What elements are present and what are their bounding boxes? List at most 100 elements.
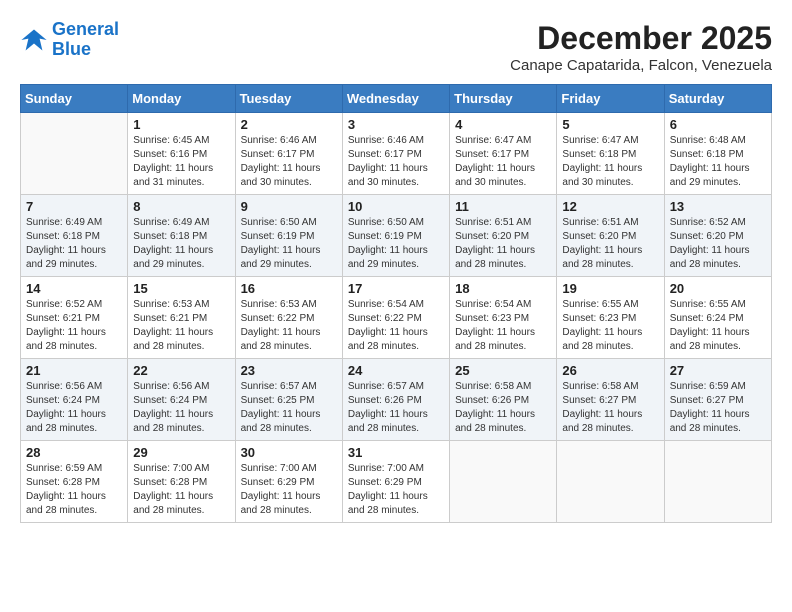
day-number: 21: [26, 363, 122, 378]
title-block: December 2025 Canape Capatarida, Falcon,…: [510, 20, 772, 74]
calendar-week-row: 1 Sunrise: 6:45 AM Sunset: 6:16 PM Daylig…: [21, 113, 772, 195]
calendar-cell: 21 Sunrise: 6:56 AM Sunset: 6:24 PM Dayli…: [21, 359, 128, 441]
day-info: Sunrise: 6:58 AM Sunset: 6:27 PM Dayligh…: [562, 380, 658, 436]
calendar-cell: 6 Sunrise: 6:48 AM Sunset: 6:18 PM Daylig…: [664, 113, 771, 195]
day-info: Sunrise: 6:45 AM Sunset: 6:16 PM Dayligh…: [133, 134, 229, 190]
calendar-cell: 31 Sunrise: 7:00 AM Sunset: 6:29 PM Dayli…: [342, 441, 449, 523]
calendar-cell: [664, 441, 771, 523]
logo: General Blue: [20, 20, 119, 60]
day-info: Sunrise: 6:56 AM Sunset: 6:24 PM Dayligh…: [26, 380, 122, 436]
day-info: Sunrise: 6:56 AM Sunset: 6:24 PM Dayligh…: [133, 380, 229, 436]
calendar-week-row: 14 Sunrise: 6:52 AM Sunset: 6:21 PM Dayli…: [21, 277, 772, 359]
day-info: Sunrise: 6:46 AM Sunset: 6:17 PM Dayligh…: [241, 134, 337, 190]
day-info: Sunrise: 6:46 AM Sunset: 6:17 PM Dayligh…: [348, 134, 444, 190]
calendar-table: SundayMondayTuesdayWednesdayThursdayFrid…: [20, 84, 772, 523]
day-number: 7: [26, 199, 122, 214]
day-info: Sunrise: 7:00 AM Sunset: 6:29 PM Dayligh…: [241, 462, 337, 518]
calendar-cell: 22 Sunrise: 6:56 AM Sunset: 6:24 PM Dayli…: [128, 359, 235, 441]
logo-line1: General: [52, 19, 119, 39]
day-info: Sunrise: 6:48 AM Sunset: 6:18 PM Dayligh…: [670, 134, 766, 190]
calendar-cell: [557, 441, 664, 523]
page-header: General Blue December 2025 Canape Capata…: [20, 20, 772, 74]
calendar-week-row: 7 Sunrise: 6:49 AM Sunset: 6:18 PM Daylig…: [21, 195, 772, 277]
calendar-cell: 9 Sunrise: 6:50 AM Sunset: 6:19 PM Daylig…: [235, 195, 342, 277]
calendar-cell: 20 Sunrise: 6:55 AM Sunset: 6:24 PM Dayli…: [664, 277, 771, 359]
calendar-cell: 25Sunrise: 6:58 AM Sunset: 6:26 PM Dayli…: [450, 359, 557, 441]
calendar-cell: 11 Sunrise: 6:51 AM Sunset: 6:20 PM Dayli…: [450, 195, 557, 277]
location-subtitle: Canape Capatarida, Falcon, Venezuela: [510, 57, 772, 74]
day-info: Sunrise: 6:50 AM Sunset: 6:19 PM Dayligh…: [241, 216, 337, 272]
calendar-cell: 7 Sunrise: 6:49 AM Sunset: 6:18 PM Daylig…: [21, 195, 128, 277]
weekday-header-friday: Friday: [557, 85, 664, 113]
day-info: Sunrise: 6:53 AM Sunset: 6:21 PM Dayligh…: [133, 298, 229, 354]
day-info: Sunrise: 6:55 AM Sunset: 6:24 PM Dayligh…: [670, 298, 766, 354]
day-number: 22: [133, 363, 229, 378]
calendar-cell: 30Sunrise: 7:00 AM Sunset: 6:29 PM Dayli…: [235, 441, 342, 523]
calendar-cell: 26 Sunrise: 6:58 AM Sunset: 6:27 PM Dayli…: [557, 359, 664, 441]
day-info: Sunrise: 6:49 AM Sunset: 6:18 PM Dayligh…: [26, 216, 122, 272]
calendar-cell: [450, 441, 557, 523]
weekday-header-monday: Monday: [128, 85, 235, 113]
day-number: 19: [562, 281, 658, 296]
day-number: 25: [455, 363, 551, 378]
day-info: Sunrise: 6:47 AM Sunset: 6:18 PM Dayligh…: [562, 134, 658, 190]
day-number: 14: [26, 281, 122, 296]
logo-line2: Blue: [52, 39, 91, 59]
day-info: Sunrise: 6:47 AM Sunset: 6:17 PM Dayligh…: [455, 134, 551, 190]
calendar-cell: 18 Sunrise: 6:54 AM Sunset: 6:23 PM Dayli…: [450, 277, 557, 359]
month-title: December 2025: [510, 20, 772, 57]
day-info: Sunrise: 6:54 AM Sunset: 6:22 PM Dayligh…: [348, 298, 444, 354]
calendar-cell: 4Sunrise: 6:47 AM Sunset: 6:17 PM Daylig…: [450, 113, 557, 195]
day-info: Sunrise: 6:59 AM Sunset: 6:27 PM Dayligh…: [670, 380, 766, 436]
day-info: Sunrise: 6:59 AM Sunset: 6:28 PM Dayligh…: [26, 462, 122, 518]
day-number: 3: [348, 117, 444, 132]
calendar-cell: 2Sunrise: 6:46 AM Sunset: 6:17 PM Daylig…: [235, 113, 342, 195]
day-number: 6: [670, 117, 766, 132]
day-number: 15: [133, 281, 229, 296]
day-number: 13: [670, 199, 766, 214]
day-info: Sunrise: 6:49 AM Sunset: 6:18 PM Dayligh…: [133, 216, 229, 272]
day-number: 28: [26, 445, 122, 460]
day-info: Sunrise: 6:54 AM Sunset: 6:23 PM Dayligh…: [455, 298, 551, 354]
weekday-header-tuesday: Tuesday: [235, 85, 342, 113]
day-info: Sunrise: 6:57 AM Sunset: 6:26 PM Dayligh…: [348, 380, 444, 436]
day-number: 11: [455, 199, 551, 214]
calendar-cell: 8 Sunrise: 6:49 AM Sunset: 6:18 PM Daylig…: [128, 195, 235, 277]
day-number: 18: [455, 281, 551, 296]
day-number: 29: [133, 445, 229, 460]
calendar-cell: 14 Sunrise: 6:52 AM Sunset: 6:21 PM Dayli…: [21, 277, 128, 359]
logo-text: General Blue: [52, 20, 119, 60]
day-info: Sunrise: 7:00 AM Sunset: 6:28 PM Dayligh…: [133, 462, 229, 518]
day-number: 9: [241, 199, 337, 214]
calendar-week-row: 28 Sunrise: 6:59 AM Sunset: 6:28 PM Dayli…: [21, 441, 772, 523]
calendar-cell: 23Sunrise: 6:57 AM Sunset: 6:25 PM Dayli…: [235, 359, 342, 441]
day-info: Sunrise: 6:53 AM Sunset: 6:22 PM Dayligh…: [241, 298, 337, 354]
calendar-body: 1 Sunrise: 6:45 AM Sunset: 6:16 PM Daylig…: [21, 113, 772, 523]
calendar-cell: 29 Sunrise: 7:00 AM Sunset: 6:28 PM Dayli…: [128, 441, 235, 523]
day-number: 16: [241, 281, 337, 296]
day-info: Sunrise: 7:00 AM Sunset: 6:29 PM Dayligh…: [348, 462, 444, 518]
calendar-cell: 10Sunrise: 6:50 AM Sunset: 6:19 PM Dayli…: [342, 195, 449, 277]
day-number: 10: [348, 199, 444, 214]
day-info: Sunrise: 6:55 AM Sunset: 6:23 PM Dayligh…: [562, 298, 658, 354]
weekday-header-sunday: Sunday: [21, 85, 128, 113]
calendar-cell: [21, 113, 128, 195]
day-number: 26: [562, 363, 658, 378]
calendar-cell: 5Sunrise: 6:47 AM Sunset: 6:18 PM Daylig…: [557, 113, 664, 195]
day-info: Sunrise: 6:52 AM Sunset: 6:20 PM Dayligh…: [670, 216, 766, 272]
day-number: 8: [133, 199, 229, 214]
calendar-cell: 16 Sunrise: 6:53 AM Sunset: 6:22 PM Dayli…: [235, 277, 342, 359]
day-number: 1: [133, 117, 229, 132]
day-number: 17: [348, 281, 444, 296]
day-number: 23: [241, 363, 337, 378]
day-number: 20: [670, 281, 766, 296]
day-info: Sunrise: 6:52 AM Sunset: 6:21 PM Dayligh…: [26, 298, 122, 354]
weekday-header-thursday: Thursday: [450, 85, 557, 113]
calendar-cell: 27Sunrise: 6:59 AM Sunset: 6:27 PM Dayli…: [664, 359, 771, 441]
day-number: 31: [348, 445, 444, 460]
day-info: Sunrise: 6:51 AM Sunset: 6:20 PM Dayligh…: [455, 216, 551, 272]
weekday-header-wednesday: Wednesday: [342, 85, 449, 113]
weekday-header-saturday: Saturday: [664, 85, 771, 113]
calendar-cell: 24 Sunrise: 6:57 AM Sunset: 6:26 PM Dayli…: [342, 359, 449, 441]
day-number: 24: [348, 363, 444, 378]
